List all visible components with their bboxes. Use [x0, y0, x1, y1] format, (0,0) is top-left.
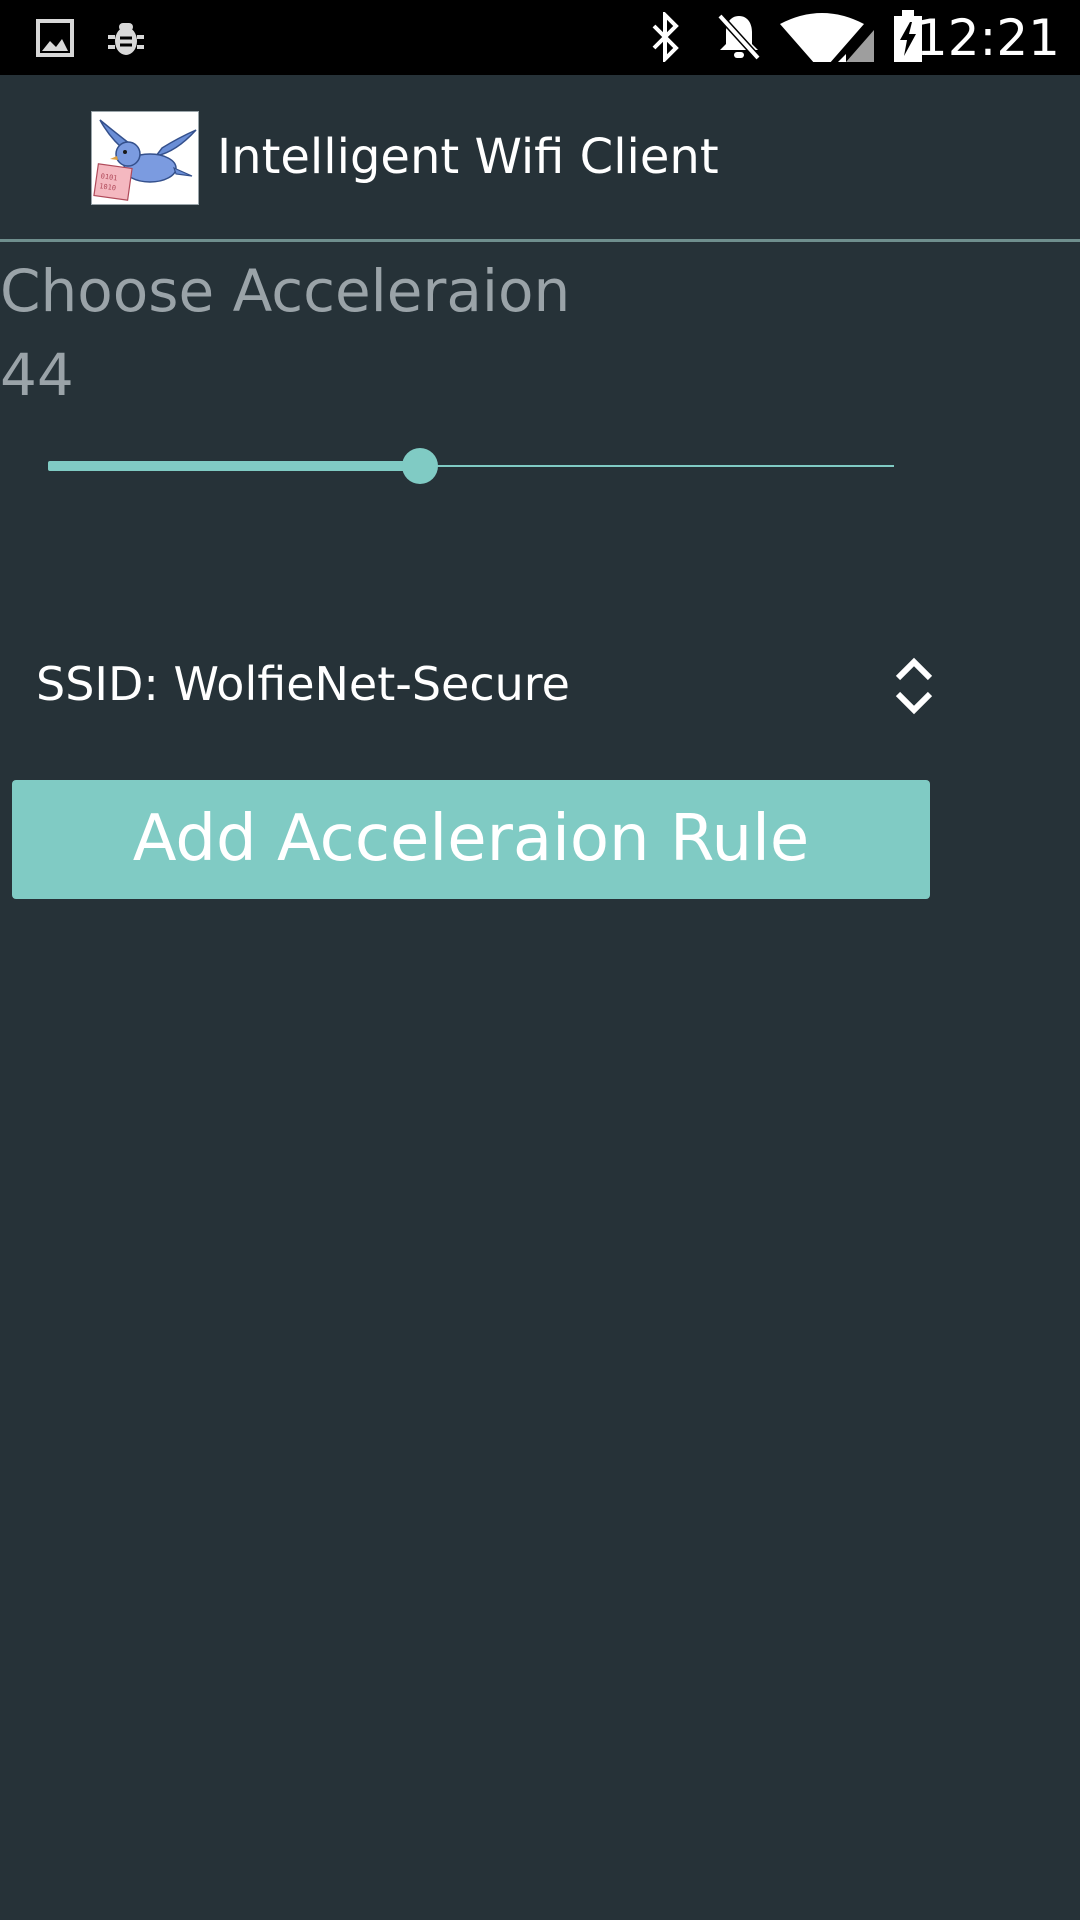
status-bar: 12:21 — [0, 0, 1080, 75]
action-bar-divider — [0, 239, 1080, 242]
clock: 12:21 — [915, 9, 1060, 67]
ssid-spinner[interactable]: SSID: WolfieNet-Secure — [24, 640, 944, 730]
bluetooth-icon — [652, 12, 679, 62]
ssid-selected-value: SSID: WolfieNet-Secure — [36, 657, 570, 711]
action-bar: 0101 1010 Intelligent Wifi Client — [0, 75, 1080, 241]
acceleration-value: 44 — [0, 341, 74, 409]
wifi-icon — [780, 13, 874, 62]
unfold-more-icon — [895, 657, 933, 715]
app-logo: 0101 1010 — [92, 112, 198, 204]
gallery-icon — [36, 19, 74, 57]
notifications-off-icon — [717, 13, 761, 61]
acceleration-seekbar[interactable] — [48, 440, 894, 492]
bug-icon — [108, 23, 144, 55]
seekbar-progress — [48, 461, 420, 471]
add-acceleration-rule-button[interactable]: Add Acceleraion Rule — [12, 780, 930, 899]
app-title: Intelligent Wifi Client — [217, 129, 719, 185]
seekbar-thumb[interactable] — [402, 448, 438, 484]
bird-logo-icon: 0101 1010 — [93, 119, 197, 201]
choose-acceleration-label: Choose Acceleraion — [0, 257, 571, 325]
